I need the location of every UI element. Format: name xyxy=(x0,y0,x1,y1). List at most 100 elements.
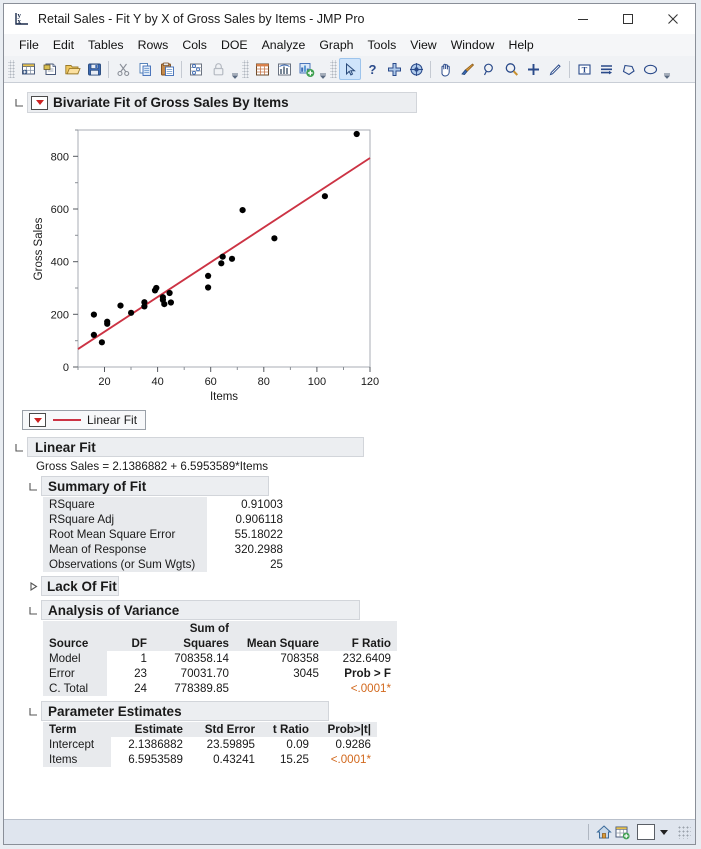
paste-icon[interactable] xyxy=(156,58,178,80)
toolbar-overflow-button[interactable] xyxy=(229,57,240,82)
summary-label: Observations (or Sum Wgts) xyxy=(43,557,207,572)
menu-edit[interactable]: Edit xyxy=(46,36,81,54)
new-data-table-icon[interactable] xyxy=(17,58,39,80)
red-triangle-menu-legend[interactable] xyxy=(29,413,46,427)
distribution-icon[interactable] xyxy=(273,58,295,80)
minimize-button[interactable] xyxy=(560,4,605,34)
lack-of-fit-outline[interactable]: Lack Of Fit xyxy=(28,576,695,596)
add-graph-icon[interactable] xyxy=(295,58,317,80)
linear-fit-title: Linear Fit xyxy=(35,439,96,455)
crosshairs-plus-icon[interactable] xyxy=(522,58,544,80)
toolbar-grip-1[interactable] xyxy=(8,60,15,78)
menu-file[interactable]: File xyxy=(12,36,46,54)
disclosure-triangle-open-icon[interactable] xyxy=(28,706,39,717)
ellipse-icon[interactable] xyxy=(639,58,661,80)
close-button[interactable] xyxy=(650,4,695,34)
menu-view[interactable]: View xyxy=(403,36,443,54)
anova-ms xyxy=(235,681,325,696)
data-table-icon[interactable] xyxy=(613,823,631,841)
table-row: Items 6.5953589 0.43241 15.25 <.0001* xyxy=(43,752,377,767)
toolbar: ? T xyxy=(4,56,695,83)
maximize-button[interactable] xyxy=(605,4,650,34)
table-header-row: Sum of xyxy=(43,621,397,636)
pe-header-std-error: Std Error xyxy=(189,722,261,737)
line-tool-icon[interactable] xyxy=(544,58,566,80)
table-row: Observations (or Sum Wgts) 25 xyxy=(43,557,289,572)
pe-t-ratio: 15.25 xyxy=(261,752,315,767)
toolbar-separator xyxy=(430,60,431,78)
toolbar-overflow-button[interactable] xyxy=(317,57,328,82)
toolbar-grip-3[interactable] xyxy=(330,60,337,78)
menu-help[interactable]: Help xyxy=(501,36,540,54)
anova-source: C. Total xyxy=(43,681,107,696)
summary-of-fit-outline[interactable]: Summary of Fit xyxy=(28,476,695,496)
jmp-yx-icon: y x xyxy=(13,10,31,28)
color-swatch[interactable] xyxy=(637,824,655,840)
report-table-icon[interactable] xyxy=(251,58,273,80)
crosshair-icon[interactable] xyxy=(383,58,405,80)
svg-text:200: 200 xyxy=(51,309,69,321)
linear-fit-legend-button[interactable]: Linear Fit xyxy=(22,410,147,430)
toolbar-separator xyxy=(108,60,109,78)
home-icon[interactable] xyxy=(595,823,613,841)
disclosure-triangle-open-icon[interactable] xyxy=(28,605,39,616)
summary-value: 25 xyxy=(207,557,289,572)
text-annotate-icon[interactable]: T xyxy=(573,58,595,80)
copy-icon[interactable] xyxy=(134,58,156,80)
menu-analyze[interactable]: Analyze xyxy=(255,36,313,54)
chevron-down-icon[interactable] xyxy=(659,823,669,841)
save-icon[interactable] xyxy=(83,58,105,80)
svg-text:60: 60 xyxy=(205,376,217,388)
disclosure-triangle-open-icon[interactable] xyxy=(28,481,39,492)
anova-ss: 70031.70 xyxy=(153,666,235,681)
anova-ss: 708358.14 xyxy=(153,651,235,666)
magnifier-icon[interactable] xyxy=(500,58,522,80)
toolbar-grip-2[interactable] xyxy=(242,60,249,78)
arrow-select-icon[interactable] xyxy=(339,58,361,80)
lines-icon[interactable] xyxy=(595,58,617,80)
scatter-plot[interactable]: 0 200 400 600 800 20 40 60 80 100 120 It… xyxy=(22,119,422,404)
anova-p-value: <.0001* xyxy=(325,681,397,696)
menu-window[interactable]: Window xyxy=(444,36,502,54)
menu-doe[interactable]: DOE xyxy=(214,36,255,54)
magnifier-small-icon[interactable] xyxy=(478,58,500,80)
menu-graph[interactable]: Graph xyxy=(312,36,360,54)
cut-icon[interactable] xyxy=(112,58,134,80)
disclosure-triangle-open-icon[interactable] xyxy=(14,442,25,453)
anova-header-f-ratio: F Ratio xyxy=(325,636,397,651)
menu-rows[interactable]: Rows xyxy=(131,36,176,54)
menu-tools[interactable]: Tools xyxy=(361,36,404,54)
data-filter-icon[interactable] xyxy=(185,58,207,80)
summary-label: Root Mean Square Error xyxy=(43,527,207,542)
disclosure-triangle-open-icon[interactable] xyxy=(14,97,25,108)
anova-source: Error xyxy=(43,666,107,681)
toolbar-separator xyxy=(181,60,182,78)
toolbar-overflow-button[interactable] xyxy=(661,57,672,82)
brush-target-icon[interactable] xyxy=(405,58,427,80)
svg-text:600: 600 xyxy=(51,204,69,216)
hand-icon[interactable] xyxy=(434,58,456,80)
summary-value: 55.18022 xyxy=(207,527,289,542)
svg-text:x: x xyxy=(18,18,22,26)
anova-df: 23 xyxy=(107,666,153,681)
open-file-icon[interactable] xyxy=(61,58,83,80)
brush-icon[interactable] xyxy=(456,58,478,80)
table-row: Model 1 708358.14 708358 232.6409 xyxy=(43,651,397,666)
red-triangle-menu-bivariate[interactable] xyxy=(31,95,48,110)
menu-tables[interactable]: Tables xyxy=(81,36,131,54)
pe-header-prob: Prob>|t| xyxy=(315,722,377,737)
new-script-icon[interactable] xyxy=(39,58,61,80)
polygon-icon[interactable] xyxy=(617,58,639,80)
anova-table: Sum of Source DF Squares Mean Square F R… xyxy=(43,621,397,696)
anova-outline[interactable]: Analysis of Variance xyxy=(28,600,695,620)
bivariate-fit-outline[interactable]: Bivariate Fit of Gross Sales By Items xyxy=(14,92,695,113)
table-row: Mean of Response 320.2988 xyxy=(43,542,289,557)
pe-t-ratio: 0.09 xyxy=(261,737,315,752)
resize-grip[interactable] xyxy=(678,825,691,839)
linear-fit-outline[interactable]: Linear Fit xyxy=(14,437,695,457)
question-icon[interactable]: ? xyxy=(361,58,383,80)
svg-text:40: 40 xyxy=(151,376,163,388)
parameter-estimates-outline[interactable]: Parameter Estimates xyxy=(28,701,695,721)
disclosure-triangle-closed-icon[interactable] xyxy=(28,581,39,592)
menu-cols[interactable]: Cols xyxy=(175,36,214,54)
